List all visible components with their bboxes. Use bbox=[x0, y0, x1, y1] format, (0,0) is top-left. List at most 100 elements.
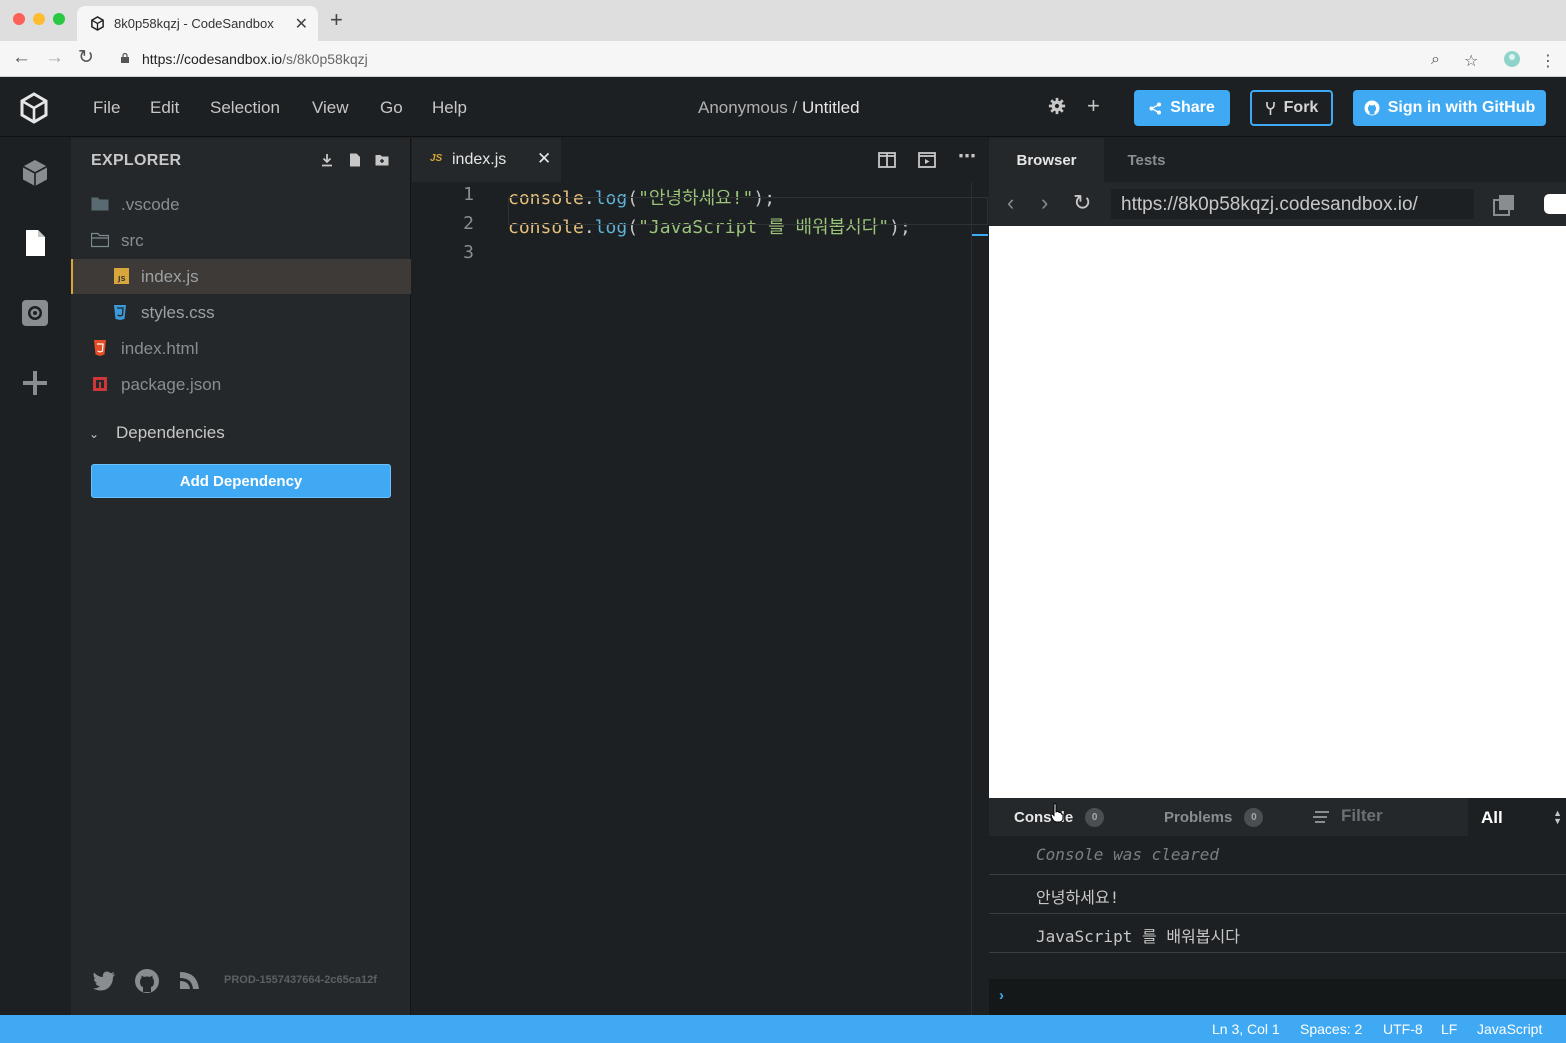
preview-url-text: https://8k0p58kqzj.codesandbox.io/ bbox=[1121, 194, 1418, 215]
code-line: 3 bbox=[412, 240, 972, 269]
chevron-down-icon: ⌄ bbox=[89, 427, 100, 441]
add-dependency-button[interactable]: Add Dependency bbox=[91, 464, 391, 498]
menu-edit[interactable]: Edit bbox=[150, 98, 179, 118]
console-prompt-icon: › bbox=[999, 987, 1004, 1004]
status-indentation[interactable]: Spaces: 2 bbox=[1300, 1021, 1362, 1037]
explorer-sidebar: EXPLORER .vscode src JS index.js styles.… bbox=[71, 138, 411, 1015]
code-editor: JS index.js ✕ ⋯ 1 console.log("안녕하세요!");… bbox=[412, 138, 988, 1015]
line-number: 1 bbox=[463, 184, 474, 205]
tree-file-package-json[interactable]: package.json bbox=[71, 367, 411, 402]
browser-menu-icon[interactable]: ⋮ bbox=[1540, 51, 1556, 71]
preferences-gear-icon[interactable] bbox=[1048, 97, 1066, 115]
line-number: 2 bbox=[463, 213, 474, 234]
fork-icon bbox=[1265, 101, 1275, 115]
menu-selection[interactable]: Selection bbox=[210, 98, 280, 118]
editor-tab-index-js[interactable]: JS index.js ✕ bbox=[412, 138, 561, 182]
settings-gear-icon[interactable] bbox=[20, 298, 50, 328]
code-area[interactable]: 1 console.log("안녕하세요!"); 2 console.log("… bbox=[412, 182, 972, 1015]
codesandbox-favicon-icon bbox=[91, 16, 104, 31]
browser-tab[interactable]: 8k0p58kqzj - CodeSandbox ✕ bbox=[77, 6, 318, 41]
file-explorer-icon[interactable] bbox=[20, 228, 50, 258]
tree-folder-src[interactable]: src bbox=[71, 223, 411, 258]
new-sandbox-plus-icon[interactable]: + bbox=[1087, 93, 1100, 119]
share-icon bbox=[1149, 102, 1162, 114]
preview-back-icon[interactable]: ‹ bbox=[1007, 192, 1014, 214]
tree-file-index-js[interactable]: JS index.js bbox=[71, 259, 411, 294]
tree-file-index-html[interactable]: index.html bbox=[71, 331, 411, 366]
new-folder-icon[interactable] bbox=[375, 153, 389, 167]
css-file-icon bbox=[114, 305, 126, 320]
menu-file[interactable]: File bbox=[93, 98, 120, 118]
tree-label: styles.css bbox=[141, 303, 215, 322]
console-tab-bar: Console 0 Problems 0 Filter All ▲ ▼ bbox=[989, 798, 1566, 836]
bookmark-star-icon[interactable]: ☆ bbox=[1464, 51, 1478, 71]
console-filter-input[interactable]: Filter bbox=[1341, 806, 1383, 826]
menu-go[interactable]: Go bbox=[380, 98, 403, 118]
preview-window-icon[interactable] bbox=[918, 152, 936, 168]
sandbox-info-cube-icon[interactable] bbox=[20, 158, 50, 188]
browser-tab-title: 8k0p58kqzj - CodeSandbox bbox=[114, 16, 274, 31]
lock-icon bbox=[121, 53, 129, 63]
sandbox-title[interactable]: Anonymous / Untitled bbox=[698, 98, 860, 118]
line-number: 3 bbox=[463, 242, 474, 263]
preview-url-input[interactable]: https://8k0p58kqzj.codesandbox.io/ bbox=[1111, 189, 1474, 219]
menu-view[interactable]: View bbox=[312, 98, 349, 118]
spectrum-icon[interactable] bbox=[177, 968, 203, 994]
tab-problems[interactable]: Problems 0 bbox=[1164, 798, 1264, 836]
split-view-icon[interactable] bbox=[878, 152, 896, 168]
editor-scrollbar-track[interactable] bbox=[971, 182, 972, 1015]
open-new-window-icon[interactable] bbox=[1492, 194, 1516, 216]
tree-label: .vscode bbox=[121, 195, 180, 214]
github-icon[interactable] bbox=[134, 968, 160, 994]
zoom-icon[interactable]: ⌕ bbox=[1431, 51, 1440, 69]
preview-refresh-icon[interactable]: ↻ bbox=[1073, 192, 1091, 214]
preview-forward-icon[interactable]: › bbox=[1041, 192, 1048, 214]
current-line-highlight bbox=[508, 197, 988, 225]
github-icon bbox=[1364, 100, 1380, 116]
tree-file-styles-css[interactable]: styles.css bbox=[71, 295, 411, 330]
console-count-badge: 0 bbox=[1085, 807, 1105, 827]
console-level-select[interactable]: All ▲ ▼ bbox=[1468, 798, 1566, 836]
console-message-text: 안녕하세요! bbox=[1036, 888, 1120, 907]
download-icon[interactable] bbox=[320, 153, 334, 167]
build-version: PROD-1557437664-2c65ca12f bbox=[224, 974, 377, 986]
status-encoding[interactable]: UTF-8 bbox=[1383, 1021, 1423, 1037]
javascript-file-icon: JS bbox=[430, 153, 443, 164]
javascript-file-icon: JS bbox=[114, 268, 129, 284]
tree-folder-vscode[interactable]: .vscode bbox=[71, 187, 411, 222]
status-eol[interactable]: LF bbox=[1441, 1021, 1457, 1037]
tab-tests[interactable]: Tests bbox=[1104, 138, 1189, 182]
html-file-icon bbox=[94, 340, 106, 356]
browser-tab-close-icon[interactable]: ✕ bbox=[295, 14, 308, 34]
menu-help[interactable]: Help bbox=[432, 98, 467, 118]
fork-button-label: Fork bbox=[1283, 99, 1319, 116]
clear-console-icon[interactable] bbox=[1312, 810, 1330, 824]
profile-avatar[interactable] bbox=[1503, 50, 1521, 68]
share-button[interactable]: Share bbox=[1134, 90, 1230, 126]
preview-iframe[interactable] bbox=[989, 226, 1566, 798]
reload-icon[interactable]: ↻ bbox=[78, 48, 94, 68]
back-arrow-icon[interactable]: ← bbox=[12, 48, 31, 68]
codesandbox-logo-icon[interactable] bbox=[17, 91, 51, 125]
svg-text:JS: JS bbox=[117, 275, 126, 283]
forward-arrow-icon[interactable]: → bbox=[45, 48, 64, 68]
status-cursor-position[interactable]: Ln 3, Col 1 bbox=[1212, 1021, 1280, 1037]
new-tab-button[interactable]: + bbox=[330, 9, 343, 31]
window-maximize-button[interactable] bbox=[53, 13, 65, 25]
preview-mode-toggle[interactable] bbox=[1544, 194, 1566, 214]
tree-label: index.js bbox=[141, 267, 199, 286]
add-plus-icon[interactable] bbox=[20, 368, 50, 398]
address-bar[interactable]: https://codesandbox.io/s/8k0p58kqzj bbox=[108, 45, 1488, 73]
status-language[interactable]: JavaScript bbox=[1477, 1021, 1542, 1037]
console-input[interactable]: › bbox=[989, 979, 1566, 1015]
scrollbar-cursor-marker bbox=[972, 234, 988, 236]
window-minimize-button[interactable] bbox=[33, 13, 45, 25]
fork-button[interactable]: Fork bbox=[1250, 90, 1333, 126]
close-tab-icon[interactable]: ✕ bbox=[537, 149, 551, 169]
tab-browser[interactable]: Browser bbox=[989, 138, 1104, 182]
twitter-icon[interactable] bbox=[91, 968, 117, 994]
window-close-button[interactable] bbox=[13, 13, 25, 25]
sign-in-github-button[interactable]: Sign in with GitHub bbox=[1353, 90, 1546, 126]
new-file-icon[interactable] bbox=[348, 153, 362, 167]
more-actions-icon[interactable]: ⋯ bbox=[958, 146, 976, 167]
